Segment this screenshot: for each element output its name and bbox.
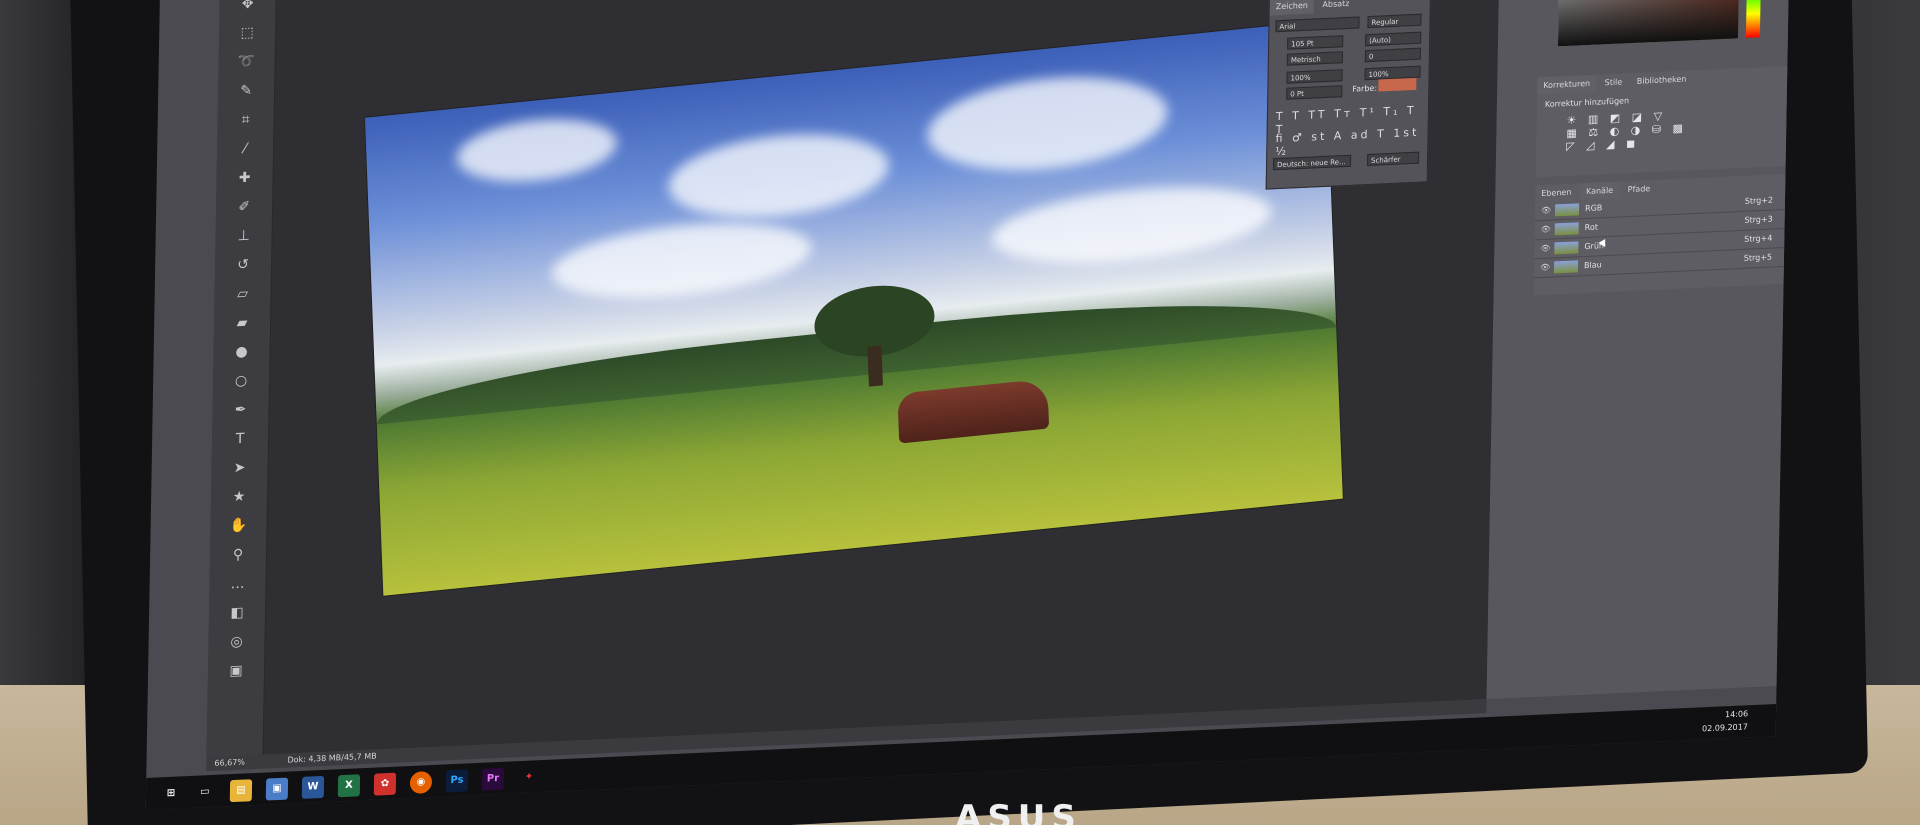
quick-mask-icon[interactable]: ◎: [225, 631, 247, 654]
channel-shortcut: Strg+2: [1744, 195, 1774, 206]
channel-shortcut: Strg+5: [1743, 252, 1773, 263]
tools-panel: ✥ ⬚ ➰ ✎ ⌗ ⁄ ✚ ✐ ⊥ ↺ ▱ ▰ ● ○ ✒ T ➤ ★ ✋ ⚲: [206, 0, 277, 758]
font-size-field[interactable]: 105 Pt: [1287, 35, 1344, 50]
dodge-tool-icon[interactable]: ○: [230, 370, 252, 393]
tree-trunk: [867, 345, 883, 387]
channel-shortcut: Strg+3: [1744, 214, 1773, 225]
font-family-select[interactable]: Arial: [1275, 16, 1360, 33]
photoshop-icon[interactable]: Ps: [445, 769, 469, 793]
kerning-field[interactable]: Metrisch: [1286, 51, 1343, 66]
photoshop-workspace: ✥ ⬚ ➰ ✎ ⌗ ⁄ ✚ ✐ ⊥ ↺ ▱ ▰ ● ○ ✒ T ➤ ★ ✋ ⚲: [206, 0, 1501, 758]
color-picker-shade: [1557, 0, 1740, 47]
language-select[interactable]: Deutsch: neue Re...: [1272, 154, 1352, 171]
brand-logo: ASUS: [955, 798, 1082, 825]
tracking-field[interactable]: 0: [1364, 47, 1421, 63]
blur-tool-icon[interactable]: ●: [230, 341, 252, 364]
photo-scene: ✥ ⬚ ➰ ✎ ⌗ ⁄ ✚ ✐ ⊥ ↺ ▱ ▰ ● ○ ✒ T ➤ ★ ✋ ⚲: [0, 0, 1920, 825]
eye-icon[interactable]: 👁: [1540, 259, 1550, 277]
tab-kanaele[interactable]: Kanäle: [1579, 181, 1620, 201]
heal-tool-icon[interactable]: ✚: [233, 167, 255, 190]
right-panels: Korrekturen Stile Bibliotheken Korrektur…: [1486, 0, 1790, 700]
lasso-tool-icon[interactable]: ➰: [235, 51, 257, 74]
monitor-screen: ✥ ⬚ ➰ ✎ ⌗ ⁄ ✚ ✐ ⊥ ↺ ▱ ▰ ● ○ ✒ T ➤ ★ ✋ ⚲: [145, 0, 1790, 811]
type-tool-icon[interactable]: T: [229, 428, 251, 451]
hand-tool-icon[interactable]: ✋: [227, 515, 249, 538]
path-select-tool-icon[interactable]: ➤: [228, 457, 250, 480]
vertical-scale-field[interactable]: 100%: [1286, 69, 1343, 84]
doc-size: Dok: 4,38 MB/45,7 MB: [287, 751, 377, 765]
color-swatches-icon[interactable]: ◧: [226, 602, 248, 625]
eye-icon[interactable]: 👁: [1541, 202, 1551, 220]
adjustments-panel: Korrekturen Stile Bibliotheken Korrektur…: [1535, 65, 1788, 178]
crop-tool-icon[interactable]: ⌗: [234, 109, 256, 132]
eye-icon[interactable]: 👁: [1540, 240, 1550, 258]
explorer-icon[interactable]: ▤: [229, 779, 253, 803]
channel-name: RGB: [1584, 203, 1603, 214]
document-canvas[interactable]: [364, 20, 1343, 596]
premiere-icon[interactable]: Pr: [481, 767, 505, 791]
eyedropper-tool-icon[interactable]: ⁄: [234, 138, 256, 161]
app-icon[interactable]: ✦: [518, 766, 540, 789]
channel-thumbnail: [1554, 222, 1579, 236]
tab-korrekturen[interactable]: Korrekturen: [1537, 74, 1597, 95]
hue-slider[interactable]: [1745, 0, 1762, 38]
store-icon[interactable]: ▣: [265, 777, 289, 801]
font-style-select[interactable]: Regular: [1367, 13, 1422, 29]
channel-name: Rot: [1584, 222, 1599, 233]
screen-mode-icon[interactable]: ▣: [225, 660, 247, 683]
cloud: [667, 124, 891, 227]
eye-icon[interactable]: 👁: [1541, 221, 1551, 239]
quick-select-tool-icon[interactable]: ✎: [235, 80, 257, 103]
baseline-shift-field[interactable]: 0 Pt: [1286, 85, 1343, 100]
stamp-tool-icon[interactable]: ⊥: [232, 225, 254, 248]
zoom-tool-icon[interactable]: ⚲: [227, 544, 249, 567]
clock-date: 02.09.2017: [1701, 722, 1748, 734]
color-picker-field[interactable]: [1557, 0, 1740, 47]
cloud: [550, 212, 813, 309]
eraser-tool-icon[interactable]: ▱: [231, 283, 253, 306]
channel-name: Blau: [1583, 260, 1602, 271]
history-brush-tool-icon[interactable]: ↺: [232, 254, 254, 277]
more-tools-icon[interactable]: …: [226, 573, 248, 596]
tab-zeichen[interactable]: Zeichen: [1269, 0, 1315, 16]
channel-shortcut: Strg+4: [1744, 233, 1773, 244]
start-icon[interactable]: ⊞: [160, 782, 182, 805]
cloud: [925, 66, 1170, 181]
channel-thumbnail: [1554, 241, 1579, 255]
color-label: Farbe:: [1352, 83, 1378, 94]
tab-pfade[interactable]: Pfade: [1622, 180, 1657, 199]
brush-tool-icon[interactable]: ✐: [233, 196, 255, 219]
channel-thumbnail: [1553, 260, 1579, 274]
acrobat-icon[interactable]: ✿: [373, 772, 397, 796]
tab-ebenen[interactable]: Ebenen: [1535, 183, 1577, 202]
taskbar-clock[interactable]: 14:06 02.09.2017: [1702, 707, 1748, 735]
text-color-swatch[interactable]: [1378, 77, 1417, 92]
cloud: [455, 112, 618, 189]
shape-tool-icon[interactable]: ★: [228, 486, 250, 509]
antialias-select[interactable]: Schärfer: [1366, 151, 1420, 167]
tab-bibliotheken[interactable]: Bibliotheken: [1631, 70, 1693, 90]
firefox-icon[interactable]: ◉: [409, 771, 433, 795]
tab-stile[interactable]: Stile: [1599, 73, 1629, 91]
gradient-tool-icon[interactable]: ▰: [231, 312, 253, 335]
zoom-level[interactable]: 66,67%: [206, 758, 245, 769]
channel-thumbnail: [1554, 203, 1580, 217]
task-view-icon[interactable]: ▭: [194, 781, 216, 804]
excel-icon[interactable]: X: [337, 774, 361, 798]
character-panel: Zeichen Absatz Arial Regular 105 Pt (Aut…: [1265, 0, 1431, 190]
marquee-tool-icon[interactable]: ⬚: [236, 22, 258, 45]
tab-absatz[interactable]: Absatz: [1316, 0, 1355, 13]
channels-panel: Ebenen Kanäle Pfade 👁 RGB Strg+2 👁 Rot Strg+…: [1533, 173, 1786, 296]
move-tool-icon[interactable]: ✥: [236, 0, 258, 16]
cloud: [990, 176, 1273, 275]
leading-field[interactable]: (Auto): [1365, 31, 1422, 47]
pen-tool-icon[interactable]: ✒: [229, 399, 251, 422]
rusty-car: [897, 378, 1050, 444]
character-panel-tabs: Zeichen Absatz: [1269, 0, 1430, 16]
word-icon[interactable]: W: [301, 775, 325, 799]
